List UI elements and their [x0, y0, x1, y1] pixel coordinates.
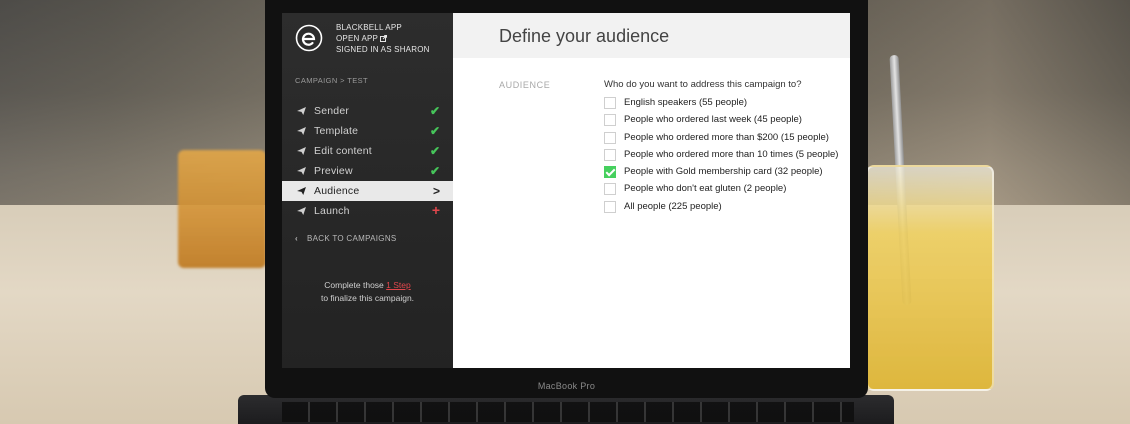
plus-icon: + — [431, 202, 440, 218]
step-label: Audience — [314, 185, 360, 197]
send-icon — [297, 207, 306, 215]
back-to-campaigns-link[interactable]: ‹ BACK TO CAMPAIGNS — [295, 234, 397, 243]
steps-nav: Sender ✔ Template ✔ Edit content ✔ Previ… — [282, 101, 453, 221]
option-label: People who ordered last week (45 people) — [624, 114, 802, 126]
checkbox[interactable] — [604, 114, 616, 127]
option-label: People who don't eat gluten (2 people) — [624, 183, 787, 195]
step-launch[interactable]: Launch + — [282, 201, 453, 221]
step-label: Launch — [314, 205, 350, 217]
sidebar: BLACKBELL APP OPEN APP SIGNED IN AS SHAR… — [282, 13, 453, 368]
step-label: Template — [314, 125, 359, 137]
send-icon — [297, 107, 306, 115]
breadcrumb: CAMPAIGN > TEST — [295, 76, 369, 85]
audience-question: Who do you want to address this campaign… — [604, 79, 802, 90]
checkbox[interactable] — [604, 131, 616, 144]
app-screen: BLACKBELL APP OPEN APP SIGNED IN AS SHAR… — [282, 13, 850, 368]
check-icon: ✔ — [429, 164, 440, 178]
chevron-left-icon: ‹ — [295, 234, 298, 243]
app-info: BLACKBELL APP OPEN APP SIGNED IN AS SHAR… — [336, 22, 430, 55]
checkbox[interactable] — [604, 97, 616, 109]
juice-glass-right — [866, 165, 994, 391]
checkbox[interactable] — [604, 200, 616, 213]
chevron-right-icon: > — [432, 184, 440, 198]
external-link-icon — [380, 34, 388, 42]
step-label: Sender — [314, 105, 350, 117]
remaining-steps-link[interactable]: 1 Step — [386, 280, 411, 290]
check-icon: ✔ — [429, 124, 440, 138]
checkbox[interactable] — [604, 148, 616, 161]
juice-glass-left — [178, 150, 266, 268]
finalize-hint: Complete those 1 Step to finalize this c… — [320, 280, 415, 303]
step-label: Preview — [314, 165, 353, 177]
app-name: BLACKBELL APP — [336, 23, 402, 32]
keyboard-keys — [282, 402, 854, 422]
checkbox[interactable] — [604, 183, 616, 196]
step-label: Edit content — [314, 145, 372, 157]
step-sender[interactable]: Sender ✔ — [282, 101, 453, 121]
send-icon — [297, 167, 306, 175]
option-label: People who ordered more than $200 (15 pe… — [624, 131, 829, 143]
page-title: Define your audience — [499, 26, 670, 46]
send-icon — [297, 187, 306, 195]
signed-in-user: SIGNED IN AS SHARON — [336, 45, 430, 54]
step-edit-content[interactable]: Edit content ✔ — [282, 141, 453, 161]
step-audience[interactable]: Audience > — [282, 181, 453, 201]
open-app-link[interactable]: OPEN APP — [336, 33, 430, 44]
section-label: AUDIENCE — [499, 80, 551, 90]
laptop-model-label: MacBook Pro — [537, 381, 596, 391]
option-label: People with Gold membership card (32 peo… — [624, 166, 823, 178]
app-logo-icon — [295, 24, 323, 52]
option-label: People who ordered more than 10 times (5… — [624, 148, 839, 160]
option-label: English speakers (55 people) — [624, 97, 748, 108]
send-icon — [297, 147, 306, 155]
page-header: Define your audience — [453, 13, 850, 58]
option-label: All people (225 people) — [624, 200, 722, 212]
step-template[interactable]: Template ✔ — [282, 121, 453, 141]
checkbox-checked[interactable] — [604, 166, 616, 179]
send-icon — [297, 127, 306, 135]
step-preview[interactable]: Preview ✔ — [282, 161, 453, 181]
check-icon: ✔ — [429, 104, 440, 118]
check-icon: ✔ — [429, 144, 440, 158]
